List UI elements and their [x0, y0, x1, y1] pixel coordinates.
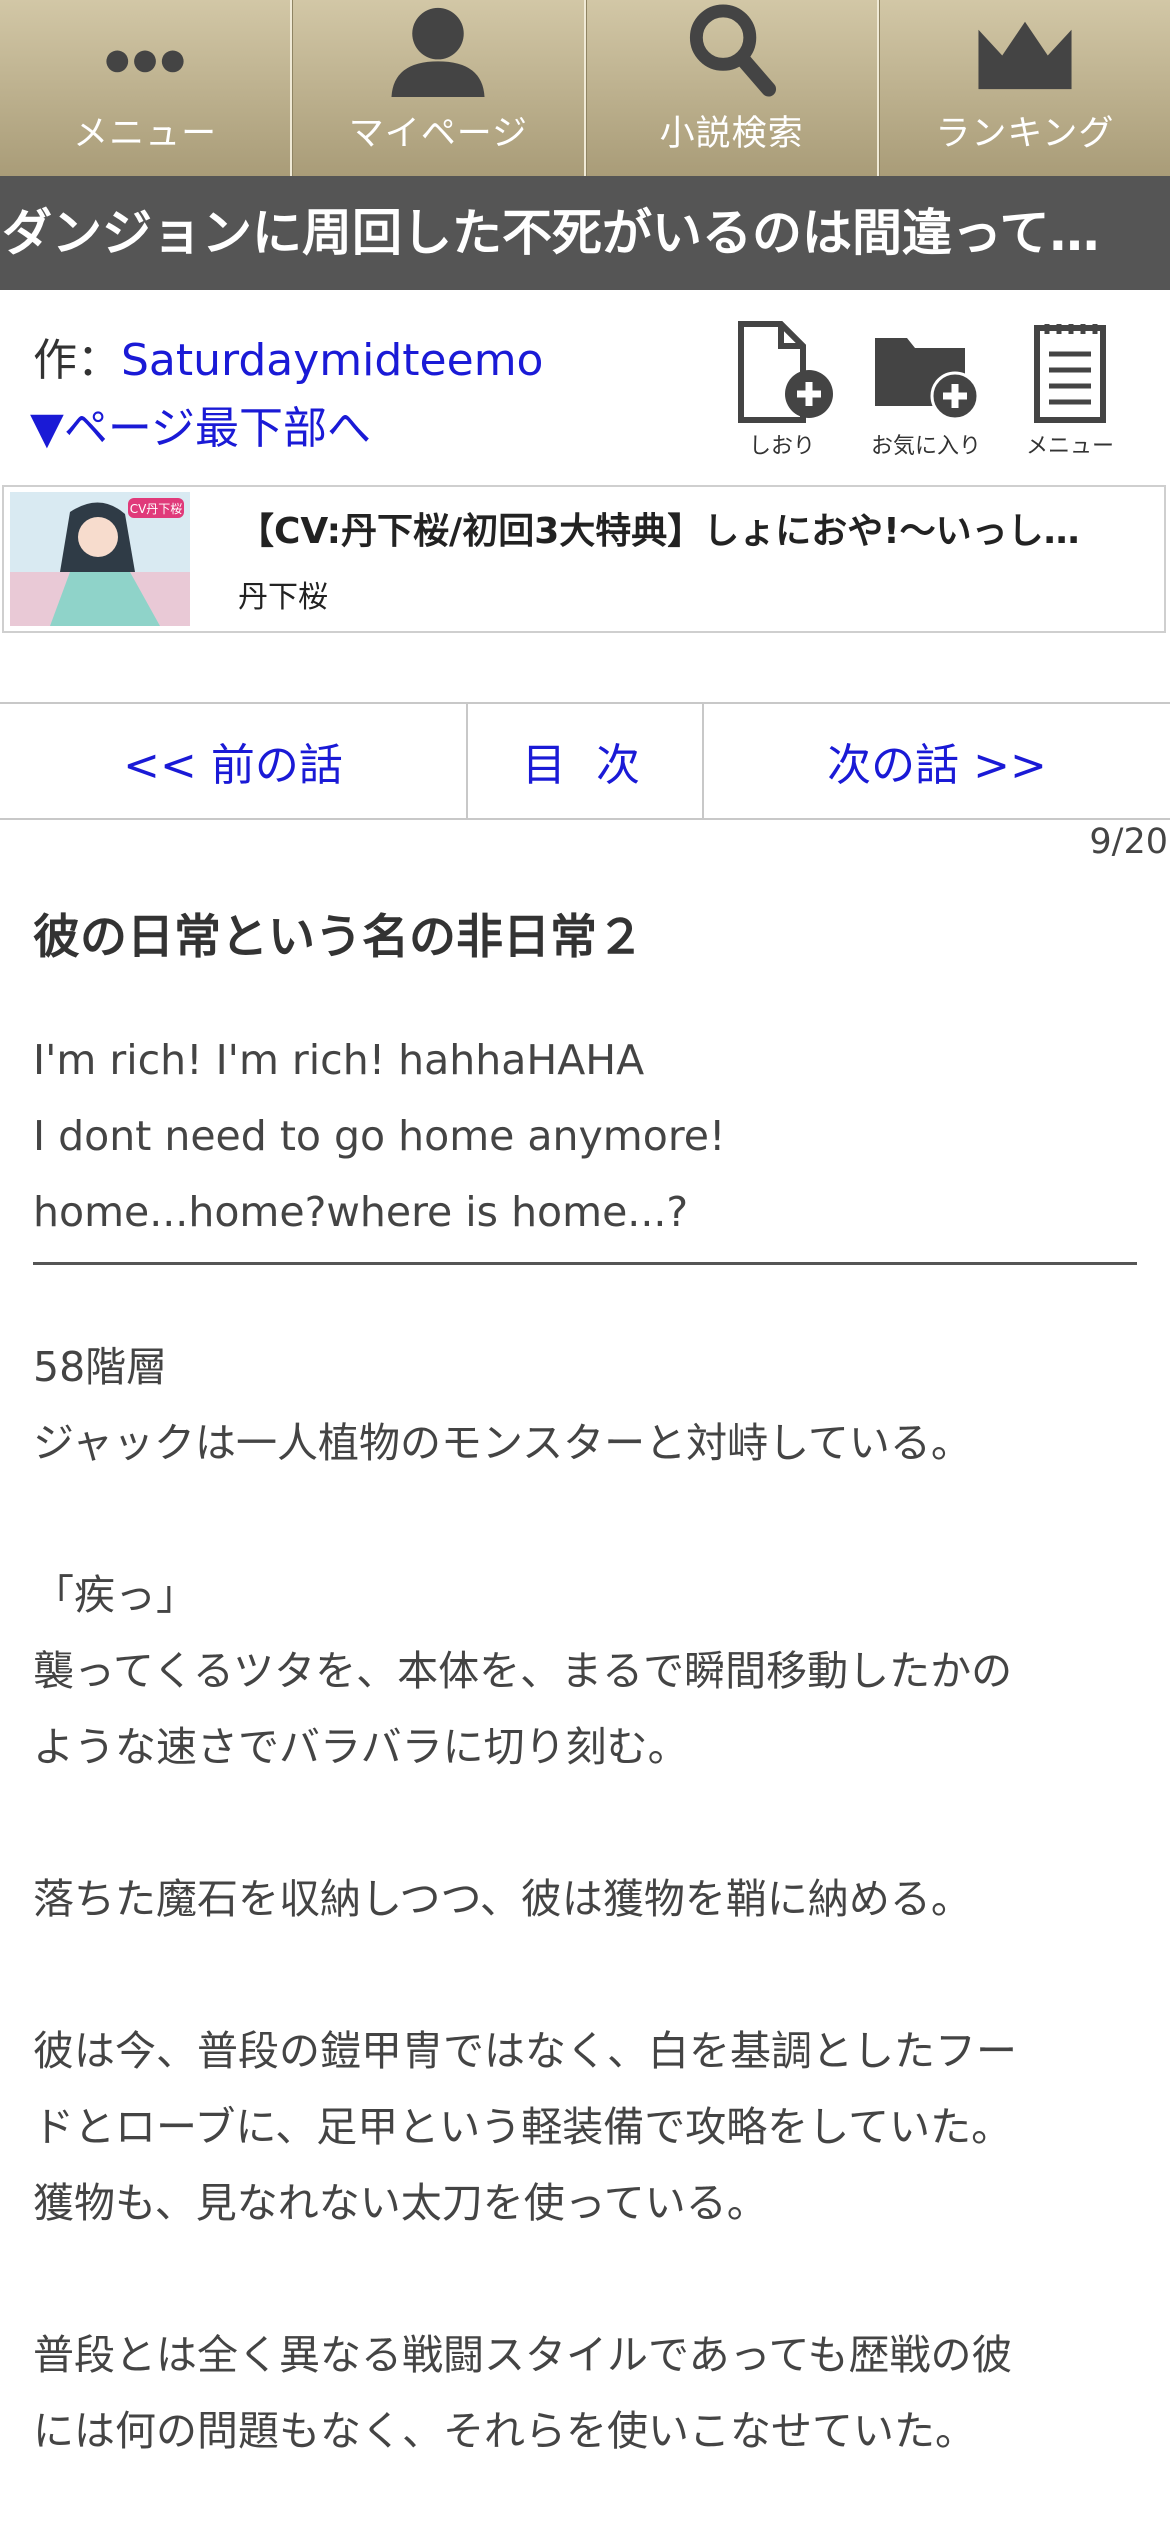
notepad-menu-icon [1034, 324, 1106, 423]
tool-buttons: しおり お気に入り メニュー [720, 320, 1132, 460]
preface-line: I dont need to go home anymore! [33, 1112, 726, 1160]
chapter-title: 彼の日常という名の非日常２ [33, 910, 644, 965]
table-of-contents-link[interactable]: 目 次 [468, 704, 704, 818]
bookmark-button[interactable]: しおり [720, 320, 844, 460]
body-line: 彼は今、普段の鎧甲冑ではなく、白を基調としたフー [33, 2027, 1017, 2075]
novel-title[interactable]: ダンジョンに周回した不死がいるのは間違って… [0, 176, 1170, 290]
chapter-body: 58階層 ジャックは一人植物のモンスターと対峙している。 「疾っ」 襲ってくるツ… [33, 1329, 1137, 2469]
nav-ranking[interactable]: ランキング [878, 0, 1170, 176]
favorite-label: お気に入り [870, 434, 981, 459]
chapter-preface: I'm rich! I'm rich! hahhaHAHA I dont nee… [33, 1022, 1137, 1265]
ad-banner[interactable]: CV丹下桜 【CV:丹下桜/初回3大特典】しょにおや!～いっし… 丹下桜 [2, 485, 1166, 633]
body-line: 58階層 [33, 1343, 168, 1391]
tool-menu-label: メニュー [1025, 434, 1114, 459]
ad-thumbnail: CV丹下桜 [10, 492, 190, 626]
nav-search[interactable]: 小説検索 [585, 0, 879, 176]
author-prefix: 作： [33, 335, 121, 386]
jump-to-bottom-link[interactable]: ▼ページ最下部へ [30, 392, 371, 456]
body-line: ような速さでバラバラに切り刻む。 [33, 1723, 689, 1771]
episode-counter: 9/20 [1089, 822, 1168, 862]
nav-ranking-label: ランキング [935, 114, 1115, 154]
nav-menu[interactable]: メニュー [0, 0, 293, 176]
bookmark-add-icon [738, 321, 833, 423]
chapter-content: 彼の日常という名の非日常２ I'm rich! I'm rich! hahhaH… [33, 898, 1137, 2469]
bookmark-label: しおり [748, 434, 815, 459]
dots-menu-icon [106, 50, 184, 73]
next-episode-link[interactable]: 次の話 >> [704, 704, 1170, 818]
body-line: 「疾っ」 [33, 1571, 197, 1619]
body-line: 襲ってくるツタを、本体を、まるで瞬間移動したかの [33, 1647, 1013, 1695]
nav-mypage[interactable]: マイページ [292, 0, 586, 176]
ad-title[interactable]: 【CV:丹下桜/初回3大特典】しょにおや!～いっし… [238, 502, 1138, 554]
body-line: 落ちた魔石を収納しつつ、彼は獲物を鞘に納める。 [33, 1875, 972, 1923]
body-line: ジャックは一人植物のモンスターと対峙している。 [33, 1419, 972, 1467]
author-link[interactable]: Saturdaymidteemo [121, 335, 543, 386]
preface-line: I'm rich! I'm rich! hahhaHAHA [33, 1036, 645, 1084]
episode-pager: << 前の話 目 次 次の話 >> [0, 702, 1170, 820]
ad-thumb-badge: CV丹下桜 [130, 502, 183, 516]
prev-episode-link[interactable]: << 前の話 [0, 704, 468, 818]
crown-icon [978, 21, 1072, 90]
body-line: 獲物も、見なれない太刀を使っている。 [33, 2179, 768, 2227]
top-nav: メニュー マイページ 小説検索 ランキング [0, 0, 1170, 176]
user-icon [391, 7, 485, 98]
ad-subtitle: 丹下桜 [238, 580, 328, 615]
nav-menu-label: メニュー [73, 114, 218, 154]
folder-add-icon [875, 338, 980, 421]
tool-menu-button[interactable]: メニュー [1008, 320, 1132, 460]
ad-text: 【CV:丹下桜/初回3大特典】しょにおや!～いっし… 丹下桜 [238, 502, 1138, 616]
author-row: 作：Saturdaymidteemo ▼ページ最下部へ しおり お気に入り メニ… [0, 290, 1170, 480]
author-line: 作：Saturdaymidteemo [33, 324, 543, 388]
body-line: ドとローブに、足甲という軽装備で攻略をしていた。 [33, 2103, 1013, 2151]
body-line: 普段とは全く異なる戦闘スタイルであっても歴戦の彼 [33, 2331, 1013, 2379]
nav-search-label: 小説検索 [659, 114, 804, 154]
nav-mypage-label: マイページ [348, 114, 529, 154]
search-icon [689, 4, 776, 97]
body-line: には何の問題もなく、それらを使いこなせていた。 [33, 2407, 976, 2455]
favorite-button[interactable]: お気に入り [864, 320, 988, 460]
preface-line: home...home?where is home...? [33, 1188, 689, 1236]
